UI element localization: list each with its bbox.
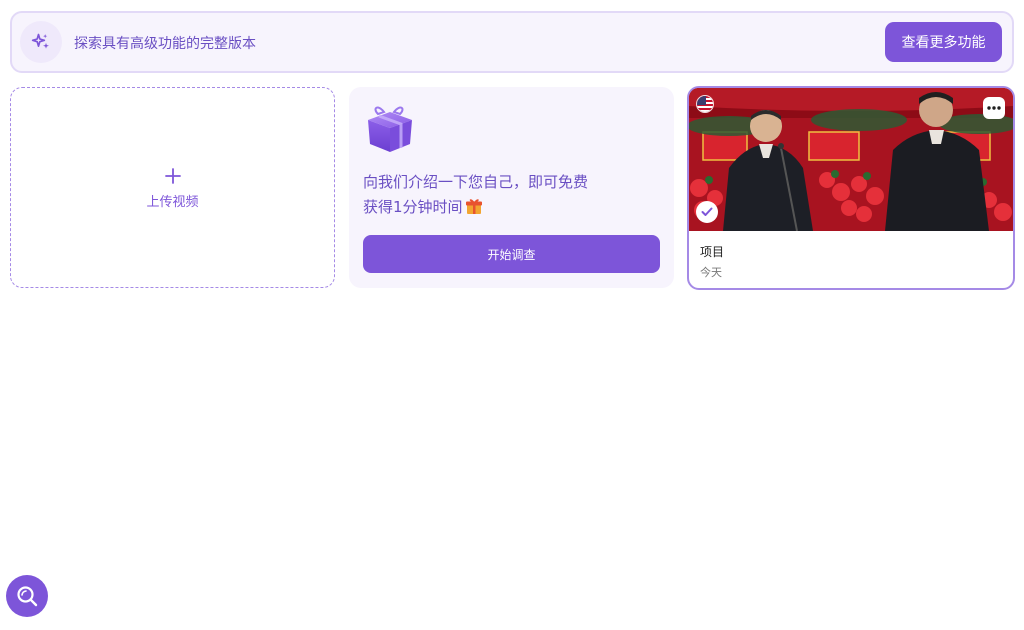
select-check-button[interactable]	[696, 201, 718, 223]
start-survey-button[interactable]: 开始调查	[363, 235, 660, 273]
plus-icon	[11, 164, 334, 188]
upload-video-card[interactable]: 上传视频	[10, 87, 335, 288]
banner-text: 探索具有高级功能的完整版本	[74, 36, 256, 52]
survey-text-line2-wrap: 获得1分钟时间	[363, 195, 663, 220]
more-options-button[interactable]	[983, 97, 1005, 119]
upgrade-banner: 探索具有高级功能的完整版本 查看更多功能	[10, 11, 1014, 73]
see-more-features-button[interactable]: 查看更多功能	[885, 22, 1002, 62]
upload-video-label: 上传视频	[146, 195, 199, 210]
more-dots-icon	[987, 106, 1001, 110]
survey-text: 向我们介绍一下您自己，即可免费 获得1分钟时间	[363, 170, 663, 220]
project-date: 今天	[700, 266, 722, 279]
project-card[interactable]: 项目 今天	[687, 86, 1015, 290]
search-icon	[17, 586, 38, 607]
project-title: 项目	[700, 245, 725, 259]
check-icon	[701, 207, 713, 216]
video-thumbnail	[689, 88, 1013, 231]
survey-text-line2: 获得1分钟时间	[363, 198, 463, 216]
sparkles-icon	[20, 21, 62, 63]
search-button[interactable]	[6, 575, 48, 617]
survey-text-line1: 向我们介绍一下您自己，即可免费	[363, 173, 589, 191]
survey-card: 向我们介绍一下您自己，即可免费 获得1分钟时间 开始调查	[349, 87, 674, 288]
us-flag-icon	[696, 95, 714, 113]
gift-emoji-icon	[465, 197, 483, 215]
gift-box-icon	[362, 100, 418, 156]
